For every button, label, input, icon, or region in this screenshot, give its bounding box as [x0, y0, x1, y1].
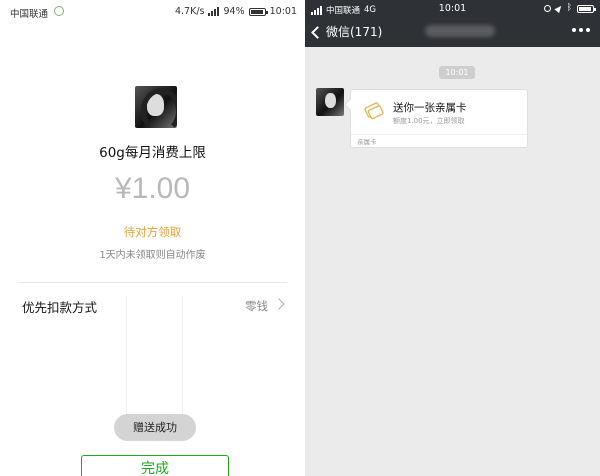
background-guide-line: [182, 295, 183, 416]
sender-avatar[interactable]: [316, 88, 344, 116]
wechat-mini-icon: [54, 6, 64, 16]
status-bar: 中国联通 4G 10:01 ᛒ: [305, 0, 600, 18]
success-toast: 赠送成功: [114, 414, 196, 441]
done-button[interactable]: 完成: [81, 455, 229, 476]
bluetooth-icon: ᛒ: [566, 3, 572, 13]
section-divider: [18, 282, 287, 283]
recipient-avatar: [135, 86, 177, 128]
status-bar: 中国联通 4.7K/s 94% 10:01: [0, 0, 305, 24]
alarm-icon: [543, 5, 551, 12]
payment-method-label: 优先扣款方式: [22, 300, 98, 315]
chevron-left-icon[interactable]: [311, 25, 324, 39]
more-icon[interactable]: [572, 28, 590, 32]
card-subtitle: 额度1.00元，立即领取: [393, 117, 465, 125]
gift-status: 待对方领取: [123, 225, 182, 239]
gift-result-screen: 中国联通 4.7K/s 94% 10:01 60g每月消费上限 ¥1.00 待对…: [0, 0, 305, 476]
payment-method-value[interactable]: 零钱: [245, 298, 268, 314]
battery-icon: [248, 7, 268, 16]
net-speed: 4.7K/s: [174, 6, 205, 17]
family-card-message[interactable]: 送你一张亲属卡 额度1.00元，立即领取 亲属卡: [350, 89, 528, 148]
gift-amount: ¥1.00: [114, 172, 191, 205]
chat-screen: 中国联通 4G 10:01 ᛒ 微信(171) 10:01 送你一张亲属卡 额度…: [305, 0, 600, 476]
card-title: 送你一张亲属卡: [393, 102, 467, 114]
back-button[interactable]: 微信(171): [311, 23, 382, 40]
status-right: 4.7K/s 94% 10:01: [175, 6, 297, 17]
status-right: ᛒ: [543, 3, 596, 14]
back-label[interactable]: 微信(171): [326, 23, 382, 40]
clock: 10:01: [269, 6, 297, 17]
signal-icon: [208, 7, 220, 16]
family-card-icon: [364, 102, 384, 120]
carrier-label: 中国联通: [10, 9, 49, 20]
card-footer: 亲属卡: [351, 134, 527, 149]
message-timestamp: 10:01: [439, 66, 475, 79]
location-icon: [554, 3, 564, 14]
expiry-note: 1天内未领取则自动作废: [99, 250, 206, 261]
contact-name-blurred: [425, 25, 495, 37]
background-guide-line: [126, 295, 127, 416]
chevron-right-icon[interactable]: [273, 298, 285, 310]
gift-title: 60g每月消费上限: [99, 145, 206, 161]
battery-icon: [577, 4, 596, 13]
nav-bar: 中国联通 4G 10:01 ᛒ 微信(171): [305, 0, 600, 47]
battery-percent: 94%: [223, 6, 245, 17]
